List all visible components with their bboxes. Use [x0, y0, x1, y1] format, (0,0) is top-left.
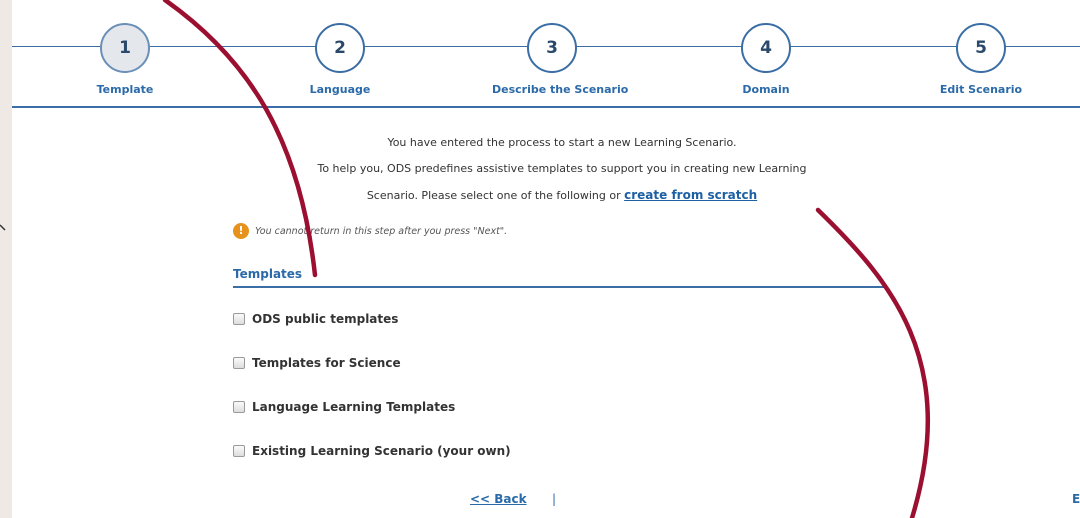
intro-line: To help you, ODS predefines assistive te…: [317, 162, 807, 175]
option-existing-learning-scenario[interactable]: Existing Learning Scenario (your own): [233, 444, 511, 458]
step-number: 3: [527, 23, 577, 73]
step-language[interactable]: 2 Language: [280, 23, 400, 96]
templates-divider: [233, 286, 885, 288]
wizard-page: 1 Template 2 Language 3 Describe the Sce…: [12, 0, 1080, 518]
step-number: 2: [315, 23, 365, 73]
step-label: Describe the Scenario: [492, 83, 629, 96]
intro-text: You have entered the process to start a …: [242, 130, 882, 209]
step-edit-scenario[interactable]: 5 Edit Scenario: [921, 23, 1041, 96]
create-from-scratch-link[interactable]: create from scratch: [624, 188, 757, 202]
intro-line-text: Scenario. Please select one of the follo…: [366, 189, 621, 202]
step-number: 5: [956, 23, 1006, 73]
step-label: Edit Scenario: [939, 83, 1023, 96]
step-label: Language: [309, 83, 371, 96]
steps-wizard: 1 Template 2 Language 3 Describe the Sce…: [12, 0, 1080, 108]
step-label: Template: [96, 83, 154, 96]
checkbox[interactable]: [233, 357, 245, 369]
step-label: Domain: [742, 83, 790, 96]
option-label: ODS public templates: [252, 312, 399, 326]
checkbox[interactable]: [233, 313, 245, 325]
warning-text: You cannot return in this step after you…: [255, 225, 508, 237]
option-templates-for-science[interactable]: Templates for Science: [233, 356, 401, 370]
intro-line: Scenario. Please select one of the follo…: [242, 182, 882, 209]
warning-message: ! You cannot return in this step after y…: [233, 223, 507, 239]
templates-heading: Templates: [233, 267, 303, 281]
checkbox[interactable]: [233, 445, 245, 457]
step-domain[interactable]: 4 Domain: [706, 23, 826, 96]
steps-divider: [12, 106, 1080, 108]
back-link[interactable]: << Back: [470, 492, 527, 506]
warning-icon: !: [233, 223, 249, 239]
step-describe-scenario[interactable]: 3 Describe the Scenario: [492, 23, 629, 96]
checkbox[interactable]: [233, 401, 245, 413]
nav-separator: |: [552, 492, 557, 506]
option-ods-public-templates[interactable]: ODS public templates: [233, 312, 398, 326]
step-number: 4: [741, 23, 791, 73]
option-language-learning-templates[interactable]: Language Learning Templates: [233, 400, 455, 414]
step-template[interactable]: 1 Template: [65, 23, 185, 96]
next-link[interactable]: E: [1072, 492, 1080, 506]
option-label: Existing Learning Scenario (your own): [252, 444, 511, 458]
step-number: 1: [100, 23, 150, 73]
option-label: Templates for Science: [252, 356, 401, 370]
intro-line: You have entered the process to start a …: [387, 136, 737, 149]
option-label: Language Learning Templates: [252, 400, 456, 414]
annotation-mark: [0, 224, 6, 231]
